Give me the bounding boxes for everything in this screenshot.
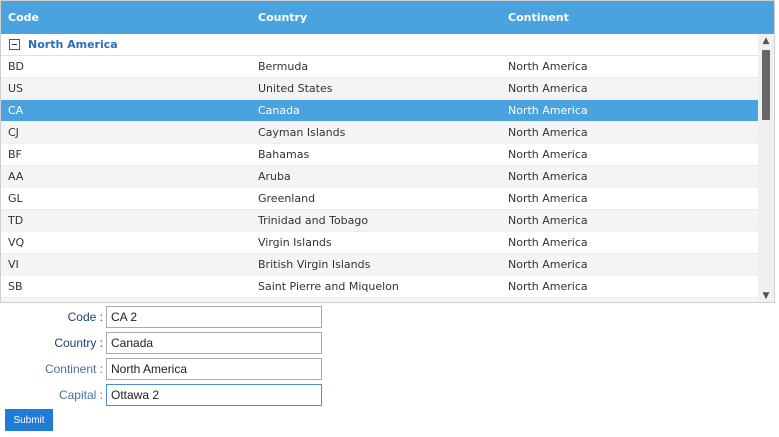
cell-continent: North America xyxy=(508,192,588,205)
vertical-scrollbar[interactable]: ▲ ▼ xyxy=(758,34,774,302)
cell-continent: North America xyxy=(508,148,588,161)
column-header-country[interactable]: Country xyxy=(251,11,501,24)
cell-continent: North America xyxy=(508,258,588,271)
continent-row: Continent : xyxy=(0,358,322,380)
grid-header: Code Country Continent xyxy=(1,1,774,34)
code-input[interactable] xyxy=(106,306,322,328)
cell-code: TD xyxy=(8,214,24,227)
cell-continent: North America xyxy=(508,280,588,293)
cell-continent: North America xyxy=(508,236,588,249)
continent-input[interactable] xyxy=(106,358,322,380)
cell-country: Cayman Islands xyxy=(258,126,346,139)
column-header-continent[interactable]: Continent xyxy=(501,11,756,24)
cell-continent: North America xyxy=(508,60,588,73)
cell-code: BD xyxy=(8,60,25,73)
cell-code: VQ xyxy=(8,236,25,249)
cell-country: Canada xyxy=(258,104,300,117)
capital-row: Capital : xyxy=(0,384,322,406)
table-row[interactable]: GL Greenland North America xyxy=(1,188,758,210)
cell-country: Greenland xyxy=(258,192,316,205)
table-row[interactable]: BF Bahamas North America xyxy=(1,144,758,166)
countries-grid: Code Country Continent North America BD B… xyxy=(0,0,775,303)
table-row[interactable]: VQ Virgin Islands North America xyxy=(1,232,758,254)
cell-country: British Virgin Islands xyxy=(258,258,371,271)
cell-continent: North America xyxy=(508,126,588,139)
country-label: Country : xyxy=(54,336,103,350)
rows-container: BD Bermuda North America US United States Nor… xyxy=(1,56,758,303)
table-row[interactable]: TD Trinidad and Tobago North America xyxy=(1,210,758,232)
cell-code: GL xyxy=(8,192,23,205)
cell-country: Bahamas xyxy=(258,148,310,161)
table-row[interactable]: SB Saint Pierre and Miquelon North America xyxy=(1,276,758,298)
table-row[interactable]: AA Aruba North America xyxy=(1,166,758,188)
cell-code: VI xyxy=(8,258,19,271)
table-row[interactable]: VI British Virgin Islands North America xyxy=(1,254,758,276)
table-row[interactable]: MBMartiniqueNorth America xyxy=(1,298,758,303)
cell-code: AA xyxy=(8,170,24,183)
cell-country: Saint Pierre and Miquelon xyxy=(258,280,399,293)
country-input[interactable] xyxy=(106,332,322,354)
group-row-north-america[interactable]: North America xyxy=(1,34,758,56)
table-row[interactable]: US United States North America xyxy=(1,78,758,100)
cell-country: Bermuda xyxy=(258,60,309,73)
capital-input[interactable] xyxy=(106,384,322,406)
cell-continent: North America xyxy=(508,170,588,183)
chevron-up-icon[interactable]: ▲ xyxy=(758,34,774,48)
column-header-code[interactable]: Code xyxy=(1,11,251,24)
continent-label: Continent : xyxy=(44,362,103,376)
cell-code: CA xyxy=(8,104,24,117)
cell-code: MB xyxy=(1,302,251,303)
cell-country: Martinique xyxy=(251,302,501,303)
cell-country: Trinidad and Tobago xyxy=(258,214,369,227)
cell-code: US xyxy=(8,82,24,95)
grid-body: North America BD Bermuda North America US Un… xyxy=(1,34,758,303)
cell-continent: North America xyxy=(508,214,588,227)
cell-country: Aruba xyxy=(258,170,291,183)
chevron-down-icon[interactable]: ▼ xyxy=(758,289,774,302)
country-row: Country : xyxy=(0,332,322,354)
table-row[interactable]: BD Bermuda North America xyxy=(1,56,758,78)
capital-label: Capital : xyxy=(58,388,103,402)
cell-code: BF xyxy=(8,148,22,161)
cell-country: United States xyxy=(258,82,333,95)
code-row: Code : xyxy=(0,306,322,328)
code-label: Code : xyxy=(67,310,103,324)
cell-continent: North America xyxy=(501,302,756,303)
table-row[interactable]: CA Canada North America xyxy=(1,100,758,122)
cell-country: Virgin Islands xyxy=(258,236,332,249)
scroll-thumb[interactable] xyxy=(762,50,770,120)
group-label: North America xyxy=(28,38,118,51)
cell-code: CJ xyxy=(8,126,19,139)
cell-continent: North America xyxy=(508,104,588,117)
cell-code: SB xyxy=(8,280,23,293)
submit-button[interactable]: Submit xyxy=(5,409,53,431)
collapse-icon[interactable] xyxy=(9,39,20,50)
cell-continent: North America xyxy=(508,82,588,95)
table-row[interactable]: CJ Cayman Islands North America xyxy=(1,122,758,144)
